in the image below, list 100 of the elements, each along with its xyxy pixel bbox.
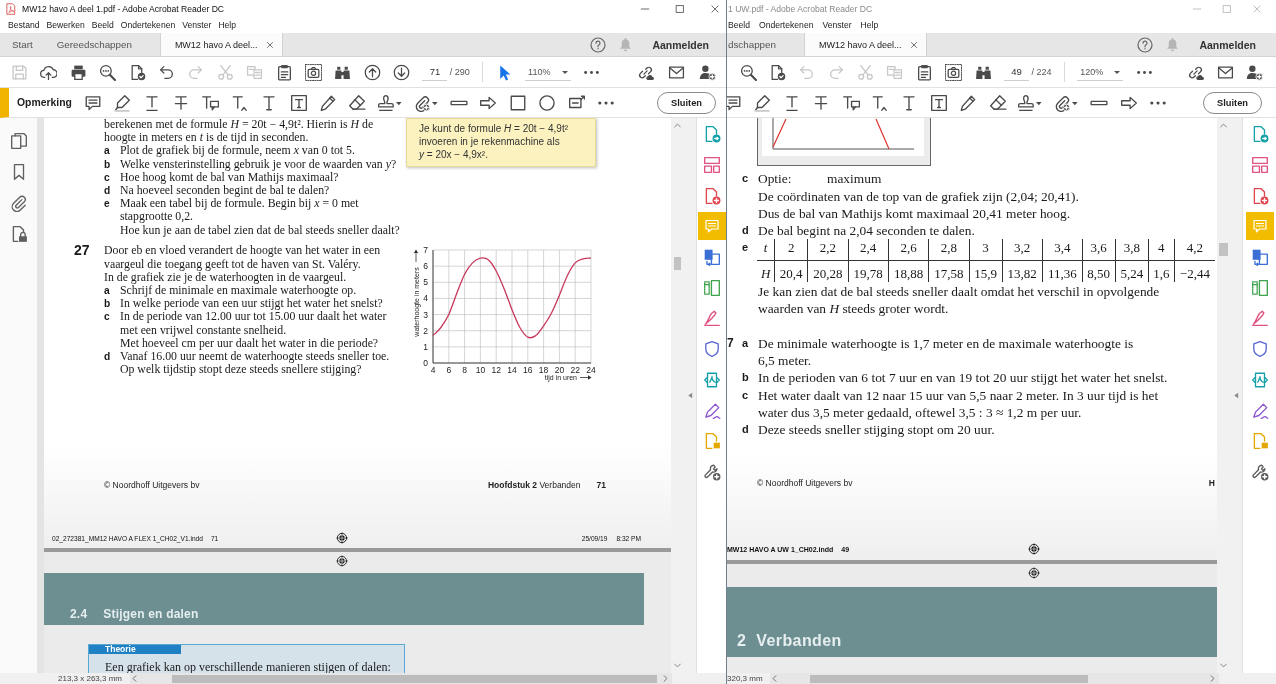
cloud-upload-icon[interactable] [40, 63, 58, 81]
pencil-icon[interactable] [959, 93, 978, 112]
sign-in-button[interactable]: Aanmelden [652, 38, 709, 51]
sign-in-button[interactable]: Aanmelden [1199, 38, 1256, 51]
tick-label: 7 [423, 245, 428, 256]
zoom-dropdown[interactable]: 110% [525, 63, 572, 81]
page-number-field[interactable]: 71 [422, 63, 448, 81]
scrollbar-thumb[interactable] [810, 674, 1088, 683]
tab[interactable]: MW12 havo A deel... [803, 33, 928, 56]
comment-icon[interactable] [727, 93, 742, 112]
menu-item[interactable]: Help [218, 20, 237, 30]
insert-text-icon[interactable] [870, 93, 889, 112]
shield-icon[interactable] [702, 340, 721, 359]
menu-item[interactable]: Help [860, 20, 879, 30]
menu-item[interactable]: Venster [182, 20, 212, 30]
undo-icon[interactable] [157, 63, 175, 81]
page-columns-icon[interactable] [1250, 278, 1269, 297]
question-text: Hoe hoog komt de bal van Mathijs maximaal? [120, 170, 340, 184]
close-icon[interactable] [710, 3, 720, 14]
menu-item[interactable]: Beeld [91, 20, 114, 30]
signature-icon[interactable] [702, 401, 721, 420]
signature-icon[interactable] [1250, 401, 1269, 420]
documents-arrow-icon[interactable] [702, 248, 721, 267]
close-button[interactable]: Sluiten [657, 91, 716, 114]
add-user-icon[interactable] [1246, 63, 1263, 81]
clipboard-icon[interactable] [275, 63, 293, 81]
eraser-icon[interactable] [348, 93, 367, 112]
text-comment-icon[interactable] [841, 93, 860, 112]
shield-icon[interactable] [1250, 340, 1269, 359]
tab[interactable]: Gereedschappen [44, 33, 144, 56]
question-text: Maak een tabel bij de formule. Begin bij x = 0 met stapgrootte 0,2. [120, 197, 360, 224]
horizontal-scrollbar[interactable] [130, 673, 672, 684]
answer-letter: c [742, 387, 750, 403]
toolbar-label: Opmerking [17, 97, 72, 108]
page-grid-icon[interactable] [702, 156, 721, 175]
stamp-icon[interactable] [377, 93, 403, 112]
close-button[interactable]: Sluiten [1203, 91, 1262, 114]
text-comment-icon[interactable] [201, 93, 220, 112]
exercise-number: 27 [74, 244, 91, 258]
page-number-field[interactable]: 49 [1004, 63, 1029, 81]
table-cell: H [757, 260, 775, 282]
menu-item[interactable]: Ondertekenen [759, 20, 814, 30]
eraser-icon[interactable] [988, 93, 1007, 112]
pen-nib-icon[interactable] [1250, 309, 1269, 328]
maximize-icon[interactable] [675, 3, 685, 14]
scrollbar-thumb[interactable] [1219, 243, 1228, 256]
tab[interactable]: Start [0, 33, 45, 56]
rectangle-icon[interactable] [508, 93, 527, 112]
documents-arrow-icon[interactable] [1250, 248, 1269, 267]
highlighter-icon[interactable] [113, 93, 132, 112]
menu-item[interactable]: Ondertekenen [120, 20, 176, 30]
insert-text-icon[interactable] [230, 93, 249, 112]
menu-item[interactable]: Bewerken [46, 20, 85, 30]
pen-nib-icon[interactable] [702, 309, 721, 328]
menu-item[interactable]: Venster [822, 20, 852, 30]
wrench-plus-icon[interactable] [702, 462, 721, 481]
tab[interactable]: MW12 havo A deel... [159, 33, 284, 56]
tab[interactable]: dschappen [727, 33, 788, 56]
circle-icon[interactable] [538, 93, 557, 112]
left-triangle-icon[interactable] [1231, 391, 1241, 400]
paperclip-plus-icon[interactable] [1054, 93, 1079, 112]
document-scan-icon[interactable] [702, 370, 721, 389]
printer-icon[interactable] [69, 63, 87, 81]
pages-icon[interactable] [9, 132, 28, 150]
paperclip-plus-icon[interactable] [413, 93, 439, 112]
menu-item[interactable]: Bestand [8, 20, 40, 30]
pencil-icon[interactable] [319, 93, 337, 112]
tick-label: 24 [586, 365, 596, 376]
arrow-down-circle-icon[interactable] [393, 63, 411, 81]
table-cell: 1,6 [1148, 260, 1175, 282]
page-grid-icon[interactable] [1250, 156, 1269, 175]
text-box-icon[interactable] [929, 93, 948, 112]
camera-icon[interactable] [945, 63, 963, 81]
magnifier-icon[interactable] [739, 63, 757, 81]
arrow-up-circle-icon[interactable] [363, 63, 381, 81]
help-icon[interactable] [590, 36, 607, 53]
page-columns-icon[interactable] [702, 278, 721, 297]
tick-label: 20 [554, 365, 565, 376]
text-box-icon[interactable] [289, 93, 308, 112]
tick-label: 22 [570, 365, 580, 376]
close-icon[interactable] [266, 40, 275, 49]
document-scan-icon[interactable] [1250, 370, 1269, 389]
horizontal-scrollbar[interactable] [770, 673, 1219, 684]
add-user-icon[interactable] [699, 63, 716, 81]
help-icon[interactable] [1137, 36, 1154, 53]
comment-icon[interactable] [83, 93, 102, 112]
clipboard-icon[interactable] [915, 63, 933, 81]
wrench-plus-icon[interactable] [1250, 462, 1269, 481]
menu-item[interactable]: Beeld [728, 20, 750, 30]
close-icon[interactable] [910, 40, 919, 49]
publisher-text: © Noordhoff Uitgevers bv [104, 480, 200, 490]
zoom-dropdown[interactable]: 120% [1077, 63, 1124, 81]
scrollbar-thumb[interactable] [172, 674, 657, 683]
paperclip-icon[interactable] [9, 194, 28, 212]
stamp-icon[interactable] [1017, 93, 1043, 112]
magnifier-icon[interactable] [99, 63, 117, 81]
scrollbar-thumb[interactable] [674, 257, 681, 270]
highlighter-icon[interactable] [753, 93, 772, 112]
left-triangle-icon[interactable] [685, 391, 695, 400]
camera-icon[interactable] [304, 63, 322, 81]
